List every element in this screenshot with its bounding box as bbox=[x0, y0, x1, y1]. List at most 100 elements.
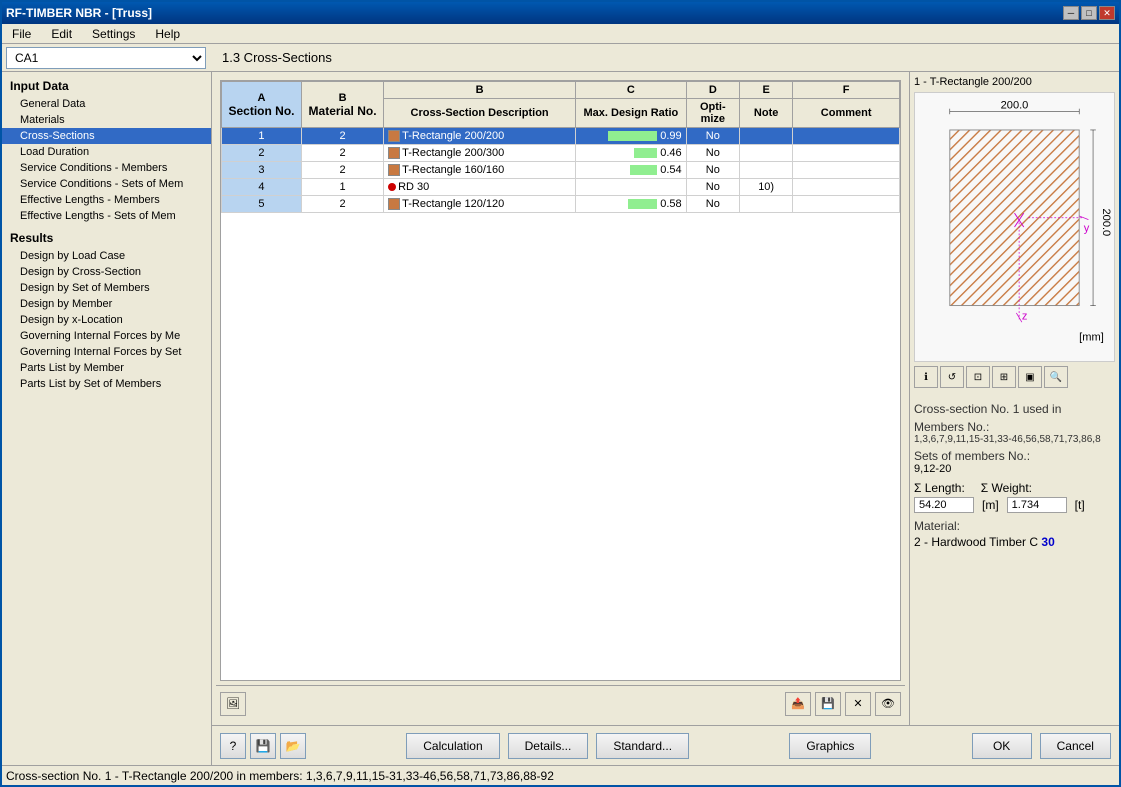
calculation-button[interactable]: Calculation bbox=[406, 733, 499, 759]
material-value: 2 - Hardwood Timber C bbox=[914, 535, 1041, 549]
save-button[interactable]: 💾 bbox=[250, 733, 276, 759]
ok-button[interactable]: OK bbox=[972, 733, 1032, 759]
close-button[interactable]: ✕ bbox=[1099, 6, 1115, 20]
cell-comment bbox=[793, 162, 900, 179]
status-bar: Cross-section No. 1 - T-Rectangle 200/20… bbox=[2, 765, 1119, 785]
preview-btn-fit[interactable]: ⊡ bbox=[966, 366, 990, 388]
col-header-b2: B bbox=[384, 82, 576, 99]
table-btn-eye[interactable]: 👁 bbox=[875, 692, 901, 716]
sidebar-item-design-member[interactable]: Design by Member bbox=[2, 296, 211, 312]
cell-description: T-Rectangle 200/200 bbox=[384, 128, 576, 145]
menu-edit[interactable]: Edit bbox=[45, 25, 78, 43]
sidebar-item-design-load-case[interactable]: Design by Load Case bbox=[2, 248, 211, 264]
svg-text:200.0: 200.0 bbox=[1100, 209, 1112, 237]
bottom-left-buttons: ? 💾 📂 bbox=[220, 733, 306, 759]
cell-description: T-Rectangle 160/160 bbox=[384, 162, 576, 179]
length-unit: [m] bbox=[982, 498, 999, 512]
ratio-bar bbox=[630, 165, 657, 175]
preview-btn-render[interactable]: ▣ bbox=[1018, 366, 1042, 388]
sidebar-item-design-x-location[interactable]: Design by x-Location bbox=[2, 312, 211, 328]
sidebar-item-service-conditions-sets[interactable]: Service Conditions - Sets of Mem bbox=[2, 176, 211, 192]
table-row[interactable]: 22T-Rectangle 200/300 0.46No bbox=[222, 145, 900, 162]
table-row[interactable]: 41RD 30No10) bbox=[222, 179, 900, 196]
cross-sections-table: ASection No. BMaterial No. B C D E F bbox=[220, 80, 901, 681]
sidebar-item-gov-internal-forces-set[interactable]: Governing Internal Forces by Set bbox=[2, 344, 211, 360]
sidebar-item-general-data[interactable]: General Data bbox=[2, 96, 211, 112]
sidebar-item-service-conditions-members[interactable]: Service Conditions - Members bbox=[2, 160, 211, 176]
preview-btn-measure[interactable]: ⊞ bbox=[992, 366, 1016, 388]
cell-material-no: 2 bbox=[301, 128, 383, 145]
used-in-label: Cross-section No. 1 used in bbox=[914, 402, 1115, 416]
svg-text:200.0: 200.0 bbox=[1001, 100, 1029, 112]
sidebar-item-design-set-members[interactable]: Design by Set of Members bbox=[2, 280, 211, 296]
table-row[interactable]: 52T-Rectangle 120/120 0.58No bbox=[222, 196, 900, 213]
cell-note: 10) bbox=[739, 179, 792, 196]
sidebar-item-gov-internal-forces-me[interactable]: Governing Internal Forces by Me bbox=[2, 328, 211, 344]
table-btn-delete[interactable]: ✕ bbox=[845, 692, 871, 716]
preview-btn-rotate[interactable]: ↺ bbox=[940, 366, 964, 388]
sidebar-item-design-cross-section[interactable]: Design by Cross-Section bbox=[2, 264, 211, 280]
ratio-bar bbox=[608, 131, 658, 141]
color-swatch-icon bbox=[388, 147, 400, 159]
details-button[interactable]: Details... bbox=[508, 733, 589, 759]
menu-file[interactable]: File bbox=[6, 25, 37, 43]
load-button[interactable]: 📂 bbox=[280, 733, 306, 759]
table-row[interactable]: 12T-Rectangle 200/200 0.99No bbox=[222, 128, 900, 145]
cell-note bbox=[739, 128, 792, 145]
material-grade: 30 bbox=[1041, 535, 1054, 549]
table-btn-export[interactable]: 📤 bbox=[785, 692, 811, 716]
bottom-center-buttons: Calculation Details... Standard... bbox=[406, 733, 689, 759]
cancel-button[interactable]: Cancel bbox=[1040, 733, 1111, 759]
graphics-button[interactable]: Graphics bbox=[789, 733, 871, 759]
preview-toolbar: ℹ ↺ ⊡ ⊞ ▣ 🔍 bbox=[914, 366, 1115, 388]
cell-ratio: 0.54 bbox=[576, 162, 687, 179]
sidebar-item-parts-list-member[interactable]: Parts List by Member bbox=[2, 360, 211, 376]
help-button[interactable]: ? bbox=[220, 733, 246, 759]
col-header-c: C bbox=[576, 82, 687, 99]
section-title: 1.3 Cross-Sections bbox=[222, 50, 332, 65]
sidebar: Input Data General Data Materials Cross-… bbox=[2, 72, 212, 765]
cell-ratio bbox=[576, 179, 687, 196]
sidebar-item-effective-lengths-sets[interactable]: Effective Lengths - Sets of Mem bbox=[2, 208, 211, 224]
col-header-a: ASection No. bbox=[222, 82, 302, 128]
col-header-d: D bbox=[686, 82, 739, 99]
standard-button[interactable]: Standard... bbox=[596, 733, 689, 759]
svg-text:y: y bbox=[1084, 223, 1090, 235]
table-btn-image[interactable]: 🖼 bbox=[220, 692, 246, 716]
cell-ratio: 0.46 bbox=[576, 145, 687, 162]
preview-btn-zoom[interactable]: 🔍 bbox=[1044, 366, 1068, 388]
sets-label: Sets of members No.: bbox=[914, 449, 1115, 463]
svg-text:z: z bbox=[1022, 310, 1028, 322]
bottom-right-buttons: OK Cancel bbox=[972, 733, 1111, 759]
preview-title: 1 - T-Rectangle 200/200 bbox=[914, 76, 1115, 88]
minimize-button[interactable]: ─ bbox=[1063, 6, 1079, 20]
svg-text:[mm]: [mm] bbox=[1079, 332, 1104, 344]
sidebar-item-load-duration[interactable]: Load Duration bbox=[2, 144, 211, 160]
cell-description: T-Rectangle 120/120 bbox=[384, 196, 576, 213]
cell-material-no: 2 bbox=[301, 145, 383, 162]
cell-material-no: 2 bbox=[301, 196, 383, 213]
cell-optimize: No bbox=[686, 128, 739, 145]
menu-help[interactable]: Help bbox=[149, 25, 186, 43]
cell-ratio: 0.99 bbox=[576, 128, 687, 145]
sidebar-item-cross-sections[interactable]: Cross-Sections bbox=[2, 128, 211, 144]
table-bottom-bar: 🖼 📤 💾 ✕ 👁 bbox=[216, 685, 905, 721]
preview-btn-info[interactable]: ℹ bbox=[914, 366, 938, 388]
cell-section-no: 3 bbox=[222, 162, 302, 179]
title-controls: ─ □ ✕ bbox=[1063, 6, 1115, 20]
table-btn-save[interactable]: 💾 bbox=[815, 692, 841, 716]
menu-settings[interactable]: Settings bbox=[86, 25, 141, 43]
cell-description: T-Rectangle 200/300 bbox=[384, 145, 576, 162]
sidebar-item-materials[interactable]: Materials bbox=[2, 112, 211, 128]
sidebar-item-parts-list-set[interactable]: Parts List by Set of Members bbox=[2, 376, 211, 392]
ca-dropdown[interactable]: CA1 bbox=[6, 47, 206, 69]
maximize-button[interactable]: □ bbox=[1081, 6, 1097, 20]
red-dot-icon bbox=[388, 183, 396, 191]
col-header-f: F bbox=[793, 82, 900, 99]
col-subheader-optimize: Opti-mize bbox=[686, 99, 739, 128]
sidebar-item-effective-lengths-members[interactable]: Effective Lengths - Members bbox=[2, 192, 211, 208]
status-text: Cross-section No. 1 - T-Rectangle 200/20… bbox=[6, 769, 554, 783]
toolbar-row: CA1 1.3 Cross-Sections bbox=[2, 44, 1119, 72]
cell-optimize: No bbox=[686, 179, 739, 196]
table-row[interactable]: 32T-Rectangle 160/160 0.54No bbox=[222, 162, 900, 179]
